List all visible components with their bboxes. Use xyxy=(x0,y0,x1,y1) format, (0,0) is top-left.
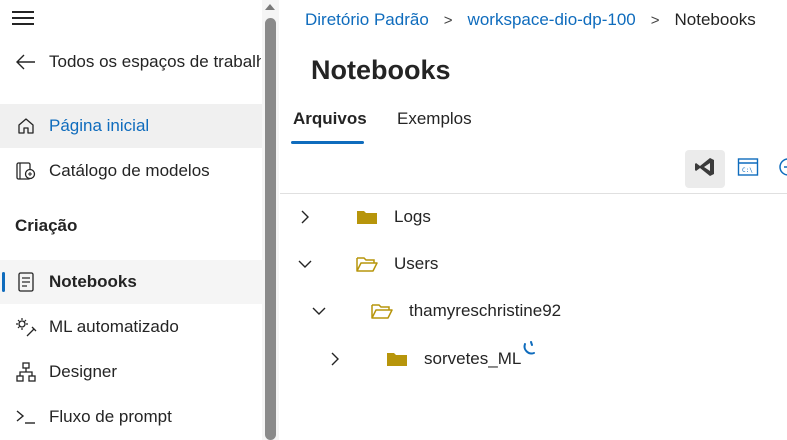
sidebar-item-label: Catálogo de modelos xyxy=(49,161,210,180)
add-icon xyxy=(777,156,787,183)
loading-spinner-icon xyxy=(522,340,538,356)
svg-text:C:\: C:\ xyxy=(742,167,753,174)
tree-item-label: Logs xyxy=(394,207,431,226)
tree-item-label: Users xyxy=(394,254,439,273)
breadcrumb-current: Notebooks xyxy=(674,10,756,29)
vscode-icon xyxy=(694,156,716,183)
breadcrumb-separator: > xyxy=(650,11,660,29)
page-title: Notebooks xyxy=(311,55,451,85)
toolbar-divider xyxy=(280,193,787,194)
sidebar-item-label: ML automatizado xyxy=(49,317,179,336)
automl-icon xyxy=(14,315,38,339)
terminal-icon: C:\ xyxy=(737,157,759,182)
folder-icon xyxy=(356,208,378,226)
sidebar-scrollbar[interactable] xyxy=(262,0,279,440)
home-icon xyxy=(14,114,38,138)
tree-row-sorvetes-ml[interactable]: sorvetes_ML xyxy=(280,341,787,374)
open-terminal-button[interactable]: C:\ xyxy=(728,150,768,188)
folder-open-icon xyxy=(356,255,378,273)
designer-icon xyxy=(14,360,38,384)
sidebar-item-automl[interactable]: ML automatizado xyxy=(0,305,262,349)
tab-examples[interactable]: Exemplos xyxy=(397,109,472,129)
chevron-down-icon[interactable] xyxy=(311,303,327,319)
back-to-workspaces-link[interactable]: Todos os espaços de trabalho xyxy=(0,40,262,84)
scrollbar-thumb[interactable] xyxy=(265,18,276,440)
sidebar-item-label: Notebooks xyxy=(49,272,137,291)
tab-files[interactable]: Arquivos xyxy=(293,109,367,129)
hamburger-menu-icon[interactable] xyxy=(12,11,34,25)
tree-item-label: sorvetes_ML xyxy=(424,349,522,368)
sidebar-item-prompt-flow[interactable]: Fluxo de prompt xyxy=(0,395,262,439)
sidebar-item-label: Fluxo de prompt xyxy=(49,407,172,426)
sidebar-item-label: Designer xyxy=(49,362,118,381)
sidebar-item-notebooks[interactable]: Notebooks xyxy=(0,260,262,304)
folder-open-icon xyxy=(371,302,393,320)
back-label: Todos os espaços de trabalho xyxy=(49,52,261,71)
sidebar-item-designer[interactable]: Designer xyxy=(0,350,262,394)
breadcrumb-directory[interactable]: Diretório Padrão xyxy=(305,10,429,30)
sidebar-item-home[interactable]: Página inicial xyxy=(0,104,262,148)
breadcrumb: Diretório Padrão > workspace-dio-dp-100 … xyxy=(305,10,756,30)
folder-icon xyxy=(386,350,408,368)
breadcrumb-workspace[interactable]: workspace-dio-dp-100 xyxy=(468,10,636,30)
chevron-right-icon[interactable] xyxy=(327,351,343,367)
section-title-creation: Criação xyxy=(15,216,78,235)
tab-selected-indicator xyxy=(291,141,364,144)
notebook-icon xyxy=(14,270,38,294)
main-content: Diretório Padrão > workspace-dio-dp-100 … xyxy=(280,0,787,440)
sidebar: Todos os espaços de trabalho Página inic… xyxy=(0,0,262,440)
tree-row-logs[interactable]: Logs xyxy=(280,202,787,232)
tree-row-users[interactable]: Users xyxy=(280,249,787,279)
tree-item-label: thamyreschristine92 xyxy=(409,301,562,320)
sidebar-item-model-catalog[interactable]: Catálogo de modelos xyxy=(0,149,262,193)
chevron-down-icon[interactable] xyxy=(297,256,313,272)
scroll-up-arrow-icon[interactable] xyxy=(265,4,275,10)
breadcrumb-separator: > xyxy=(443,11,453,29)
arrow-left-icon xyxy=(14,50,38,74)
tree-row-user-folder[interactable]: thamyreschristine92 xyxy=(280,296,787,326)
add-button[interactable] xyxy=(768,150,787,188)
prompt-flow-icon xyxy=(14,405,38,429)
model-catalog-icon xyxy=(14,159,38,183)
sidebar-item-label: Página inicial xyxy=(49,116,150,135)
open-in-vscode-button[interactable] xyxy=(685,150,725,188)
chevron-right-icon[interactable] xyxy=(297,209,313,225)
